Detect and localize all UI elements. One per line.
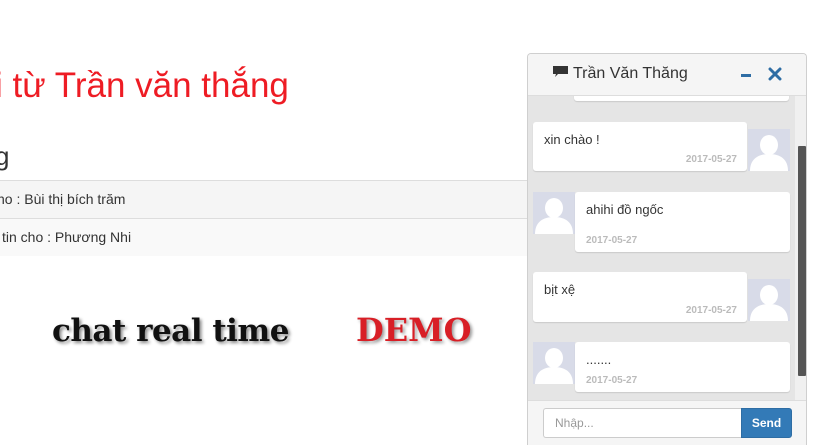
chat-message-text: ahihi đồ ngốc <box>586 202 664 217</box>
message-list-item[interactable]: cho : Bùi thị bích trăm <box>0 180 528 218</box>
message-list-item-text: i tin cho : Phương Nhi <box>0 229 132 245</box>
chat-message-date: 2017-05-27 <box>586 375 638 386</box>
user-avatar-icon <box>533 192 575 234</box>
chat-message-date: 2017-05-27 <box>685 154 737 165</box>
message-list-item-text: cho : Bùi thị bích trăm <box>0 191 126 207</box>
page-heading: i từ Trần văn thắng <box>0 66 289 105</box>
chat-message-date: 2017-05-27 <box>586 235 638 246</box>
chat-message-text: ....... <box>586 352 612 367</box>
chat-message-text: xin chào ! <box>544 132 600 147</box>
chat-message: xin chào ! 2017-05-27 <box>533 122 747 171</box>
chat-message: ahihi đồ ngốc 2017-05-27 <box>575 192 790 252</box>
user-avatar-icon <box>533 342 575 384</box>
avatar <box>748 279 790 321</box>
chat-footer: Send <box>528 400 806 445</box>
banner-chat-real-time: chat real time <box>52 313 289 349</box>
chat-title: Trần Văn Thăng <box>573 65 688 82</box>
chat-message-text: bịt xệ <box>544 282 576 297</box>
close-icon[interactable] <box>768 67 782 81</box>
send-button[interactable]: Send <box>741 408 792 438</box>
user-avatar-icon <box>748 279 790 321</box>
avatar <box>748 129 790 171</box>
chat-panel: Trần Văn Thăng xin chào ! 2017-05-27 ahi… <box>527 53 807 445</box>
user-avatar-icon <box>748 129 790 171</box>
avatar <box>533 342 575 384</box>
banner-demo: DEMO <box>356 311 472 349</box>
chat-scrollbar[interactable] <box>795 96 806 400</box>
avatar <box>533 192 575 234</box>
comment-icon <box>553 66 568 77</box>
chat-header: Trần Văn Thăng <box>528 54 806 96</box>
section-heading: g <box>0 141 10 171</box>
chat-message-input[interactable] <box>543 408 742 438</box>
chat-message: ....... 2017-05-27 <box>575 342 790 392</box>
chat-message-date: 2017-05-27 <box>685 305 737 316</box>
chat-message: bịt xệ 2017-05-27 <box>533 272 747 322</box>
minimize-icon[interactable] <box>741 74 751 77</box>
message-list: cho : Bùi thị bích trăm i tin cho : Phươ… <box>0 180 528 256</box>
chat-scrollbar-thumb[interactable] <box>798 146 806 376</box>
chat-message <box>574 96 789 101</box>
chat-body[interactable]: xin chào ! 2017-05-27 ahihi đồ ngốc 2017… <box>528 96 806 400</box>
message-list-item[interactable]: i tin cho : Phương Nhi <box>0 218 528 256</box>
